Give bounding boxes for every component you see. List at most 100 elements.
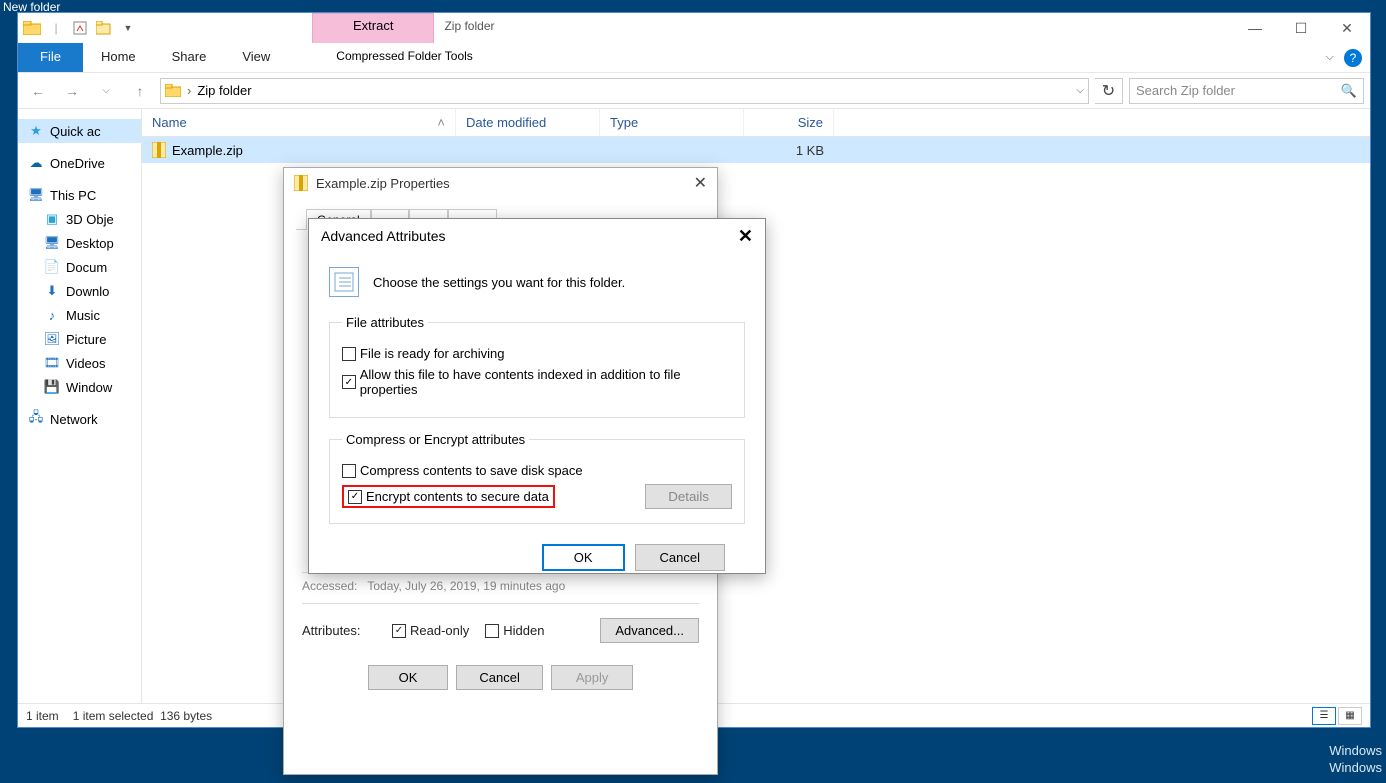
compress-checkbox[interactable] [342,464,356,478]
zip-icon [294,175,308,191]
details-button[interactable]: Details [645,484,732,509]
index-row: ✓ Allow this file to have contents index… [342,367,732,397]
encrypt-highlight: ✓ Encrypt contents to secure data [342,485,555,508]
contextual-tab-extract[interactable]: Extract [312,13,434,43]
sidebar-item-music[interactable]: ♪Music [18,303,141,327]
index-label: Allow this file to have contents indexed… [360,367,732,397]
close-button[interactable]: ✕ [694,173,707,193]
properties-titlebar[interactable]: Example.zip Properties ✕ [284,168,717,198]
tab-share[interactable]: Share [154,43,225,72]
advanced-intro: Choose the settings you want for this fo… [373,275,625,290]
attributes-icon [329,267,359,297]
compressed-folder-tools-label: Compressed Folder Tools [312,43,497,72]
cancel-button[interactable]: Cancel [456,665,542,690]
up-button[interactable]: ↑ [126,83,154,99]
qat-separator: | [47,19,65,37]
ribbon-expand-icon[interactable]: ⌵ [1326,51,1334,64]
address-dropdown-icon[interactable]: ⌵ [1076,85,1084,96]
music-icon: ♪ [44,307,60,323]
advanced-dialog-buttons: OK Cancel [329,538,745,571]
tab-home[interactable]: Home [83,43,154,72]
folder-icon [23,19,41,37]
thumbnails-view-button[interactable]: ▦ [1338,707,1362,725]
sidebar-item-this-pc[interactable]: 🖥 This PC [18,183,141,207]
tab-view[interactable]: View [224,43,288,72]
advanced-title: Advanced Attributes [321,228,446,244]
maximize-button[interactable]: ☐ [1278,13,1324,43]
ribbon: File Home Share View Compressed Folder T… [18,43,1370,73]
properties-dialog-buttons: OK Cancel Apply [284,655,717,704]
hidden-checkbox[interactable] [485,624,499,638]
sidebar-item-quick-access[interactable]: ★ Quick ac [18,119,141,143]
file-attributes-legend: File attributes [342,315,428,330]
file-row[interactable]: Example.zip 1 KB [142,137,1370,163]
search-placeholder: Search Zip folder [1136,83,1235,98]
window-controls: — ☐ ✕ [1232,13,1370,43]
video-icon: 🎞 [44,355,60,371]
sidebar-item-3d-objects[interactable]: ▣3D Obje [18,207,141,231]
details-view-button[interactable]: ☰ [1312,707,1336,725]
star-icon: ★ [28,123,44,139]
cancel-button[interactable]: Cancel [635,544,725,571]
search-box[interactable]: Search Zip folder 🔍 [1129,78,1364,104]
minimize-button[interactable]: — [1232,13,1278,43]
properties-icon[interactable] [71,19,89,37]
encrypt-label: Encrypt contents to secure data [366,489,549,504]
sidebar-item-pictures[interactable]: 🖼Picture [18,327,141,351]
archive-label: File is ready for archiving [360,346,505,361]
breadcrumb-current[interactable]: Zip folder [197,83,251,98]
drive-icon: 💾 [44,379,60,395]
advanced-attributes-dialog: Advanced Attributes ✕ Choose the setting… [308,218,766,574]
compress-encrypt-group: Compress or Encrypt attributes Compress … [329,432,745,524]
desktop-icon: 🖥 [44,235,60,251]
folder-icon [165,84,181,97]
column-date[interactable]: Date modified [456,109,600,136]
column-size[interactable]: Size [744,109,834,136]
archive-checkbox[interactable] [342,347,356,361]
readonly-checkbox[interactable]: ✓ [392,624,406,638]
quick-access-toolbar: | ▼ [18,13,137,43]
sidebar-item-desktop[interactable]: 🖥Desktop [18,231,141,255]
compress-row: Compress contents to save disk space [342,463,732,478]
file-attributes-group: File attributes File is ready for archiv… [329,315,745,418]
apply-button[interactable]: Apply [551,665,634,690]
breadcrumb-chevron-icon[interactable]: › [187,83,191,98]
back-button[interactable]: ← [24,83,52,99]
windows-watermark: Windows Windows [1329,743,1382,777]
new-folder-icon[interactable] [95,19,113,37]
hidden-label: Hidden [503,623,544,638]
index-checkbox[interactable]: ✓ [342,375,356,389]
picture-icon: 🖼 [44,331,60,347]
close-button[interactable]: ✕ [738,226,753,247]
encrypt-checkbox[interactable]: ✓ [348,490,362,504]
file-tab[interactable]: File [18,43,83,72]
sidebar-item-downloads[interactable]: ⬇Downlo [18,279,141,303]
window-title: Zip folder [434,13,504,43]
sidebar-item-onedrive[interactable]: ☁ OneDrive [18,151,141,175]
sidebar-item-windows[interactable]: 💾Window [18,375,141,399]
archive-row: File is ready for archiving [342,346,732,361]
ok-button[interactable]: OK [542,544,625,571]
help-icon[interactable]: ? [1344,49,1362,67]
qat-dropdown-icon[interactable]: ▼ [119,19,137,37]
search-icon: 🔍 [1341,83,1357,99]
refresh-button[interactable]: ↻ [1095,78,1123,104]
advanced-button[interactable]: Advanced... [600,618,699,643]
ok-button[interactable]: OK [368,665,449,690]
forward-button[interactable]: → [58,83,86,99]
sidebar-item-documents[interactable]: 📄Docum [18,255,141,279]
network-icon: 🖧 [28,411,44,427]
compress-label: Compress contents to save disk space [360,463,583,478]
titlebar: | ▼ Extract Zip folder — ☐ ✕ [18,13,1370,43]
column-name[interactable]: Name˄ [142,109,456,136]
sidebar-item-network[interactable]: 🖧 Network [18,407,141,431]
document-icon: 📄 [44,259,60,275]
address-bar[interactable]: › Zip folder ⌵ [160,78,1089,104]
advanced-titlebar[interactable]: Advanced Attributes ✕ [309,219,765,253]
close-button[interactable]: ✕ [1324,13,1370,43]
recent-dropdown[interactable]: ⌵ [92,85,120,96]
column-headers: Name˄ Date modified Type Size [142,109,1370,137]
column-type[interactable]: Type [600,109,744,136]
sidebar-item-videos[interactable]: 🎞Videos [18,351,141,375]
file-name: Example.zip [172,143,243,158]
